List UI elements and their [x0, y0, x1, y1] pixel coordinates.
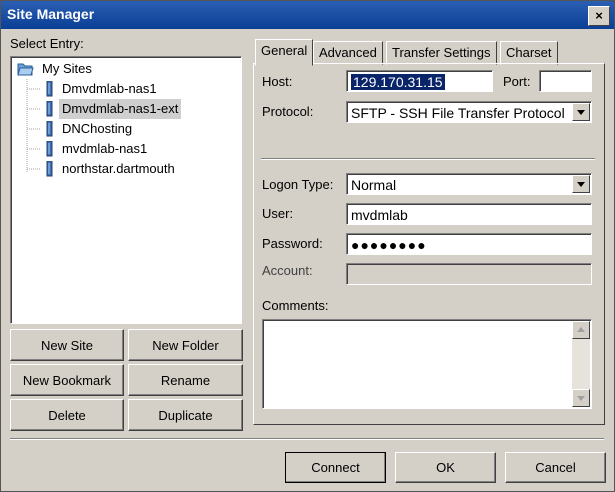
- protocol-value: SFTP - SSH File Transfer Protocol: [351, 105, 565, 121]
- tree-item-label: Dmvdmlab-nas1: [62, 81, 157, 96]
- user-label: User:: [262, 206, 294, 221]
- folder-open-icon: [17, 63, 34, 76]
- tab-charset[interactable]: Charset: [500, 41, 558, 65]
- scroll-up-icon[interactable]: [572, 321, 590, 339]
- rename-button[interactable]: Rename: [128, 364, 243, 396]
- ok-button[interactable]: OK: [395, 452, 496, 483]
- duplicate-button[interactable]: Duplicate: [128, 399, 243, 431]
- server-icon: [46, 161, 53, 177]
- server-icon: [46, 81, 53, 97]
- tree-item-label: DNChosting: [62, 121, 133, 136]
- port-label: Port:: [503, 74, 531, 89]
- comments-label: Comments:: [262, 298, 329, 313]
- new-folder-button[interactable]: New Folder: [128, 329, 243, 361]
- password-input[interactable]: ●●●●●●●●: [346, 233, 592, 255]
- select-entry-label: Select Entry:: [10, 36, 84, 51]
- account-input: [346, 263, 592, 285]
- new-site-button[interactable]: New Site: [10, 329, 124, 361]
- chevron-down-icon[interactable]: [572, 103, 590, 121]
- protocol-label: Protocol:: [262, 104, 314, 119]
- cancel-button[interactable]: Cancel: [505, 452, 606, 483]
- host-input[interactable]: 129.170.31.15: [346, 70, 493, 92]
- site-tree[interactable]: My Sites Dmvdmlab-nas1 Dmvdmlab-nas1-ext…: [10, 56, 242, 324]
- tree-item-label: northstar.dartmouth: [62, 161, 175, 176]
- logon-type-label: Logon Type:: [262, 177, 334, 192]
- chevron-down-icon[interactable]: [572, 175, 590, 193]
- tab-advanced[interactable]: Advanced: [313, 41, 383, 65]
- tree-item-label: mvdmlab-nas1: [62, 141, 148, 156]
- title-bar[interactable]: Site Manager ×: [1, 1, 614, 29]
- new-folder-label: New Folder: [152, 338, 219, 353]
- connect-button[interactable]: Connect: [285, 452, 386, 483]
- duplicate-label: Duplicate: [158, 408, 213, 423]
- connect-label: Connect: [311, 460, 360, 475]
- window-title: Site Manager: [7, 6, 95, 22]
- cancel-label: Cancel: [535, 460, 576, 475]
- user-input[interactable]: mvdmlab: [346, 203, 592, 225]
- tab-transfer-settings[interactable]: Transfer Settings: [386, 41, 497, 65]
- footer-divider: [10, 438, 604, 440]
- delete-label: Delete: [48, 408, 86, 423]
- ok-label: OK: [436, 460, 455, 475]
- new-bookmark-label: New Bookmark: [22, 373, 112, 388]
- host-label: Host:: [262, 74, 293, 89]
- account-label: Account:: [262, 263, 313, 278]
- new-site-label: New Site: [40, 338, 94, 353]
- port-input[interactable]: [539, 70, 592, 92]
- protocol-select[interactable]: SFTP - SSH File Transfer Protocol: [346, 101, 592, 123]
- close-icon[interactable]: ×: [588, 6, 610, 26]
- logon-type-select[interactable]: Normal: [346, 173, 592, 195]
- tree-item-label: Dmvdmlab-nas1-ext: [59, 99, 182, 119]
- server-icon: [46, 101, 53, 117]
- host-value: 129.170.31.15: [351, 74, 445, 90]
- site-manager-window: Site Manager × Select Entry: My Sites Dm…: [0, 0, 615, 492]
- rename-label: Rename: [160, 373, 211, 388]
- scroll-down-icon[interactable]: [572, 389, 590, 407]
- tree-root-label: My Sites: [42, 61, 92, 76]
- server-icon: [46, 141, 53, 157]
- tab-general[interactable]: General: [255, 39, 314, 66]
- divider: [261, 158, 595, 160]
- server-icon: [46, 121, 53, 137]
- password-label: Password:: [262, 236, 323, 251]
- comments-textarea[interactable]: [262, 319, 592, 409]
- delete-button[interactable]: Delete: [10, 399, 124, 431]
- new-bookmark-button[interactable]: New Bookmark: [10, 364, 124, 396]
- comments-scrollbar[interactable]: [572, 321, 590, 407]
- logon-type-value: Normal: [351, 177, 397, 193]
